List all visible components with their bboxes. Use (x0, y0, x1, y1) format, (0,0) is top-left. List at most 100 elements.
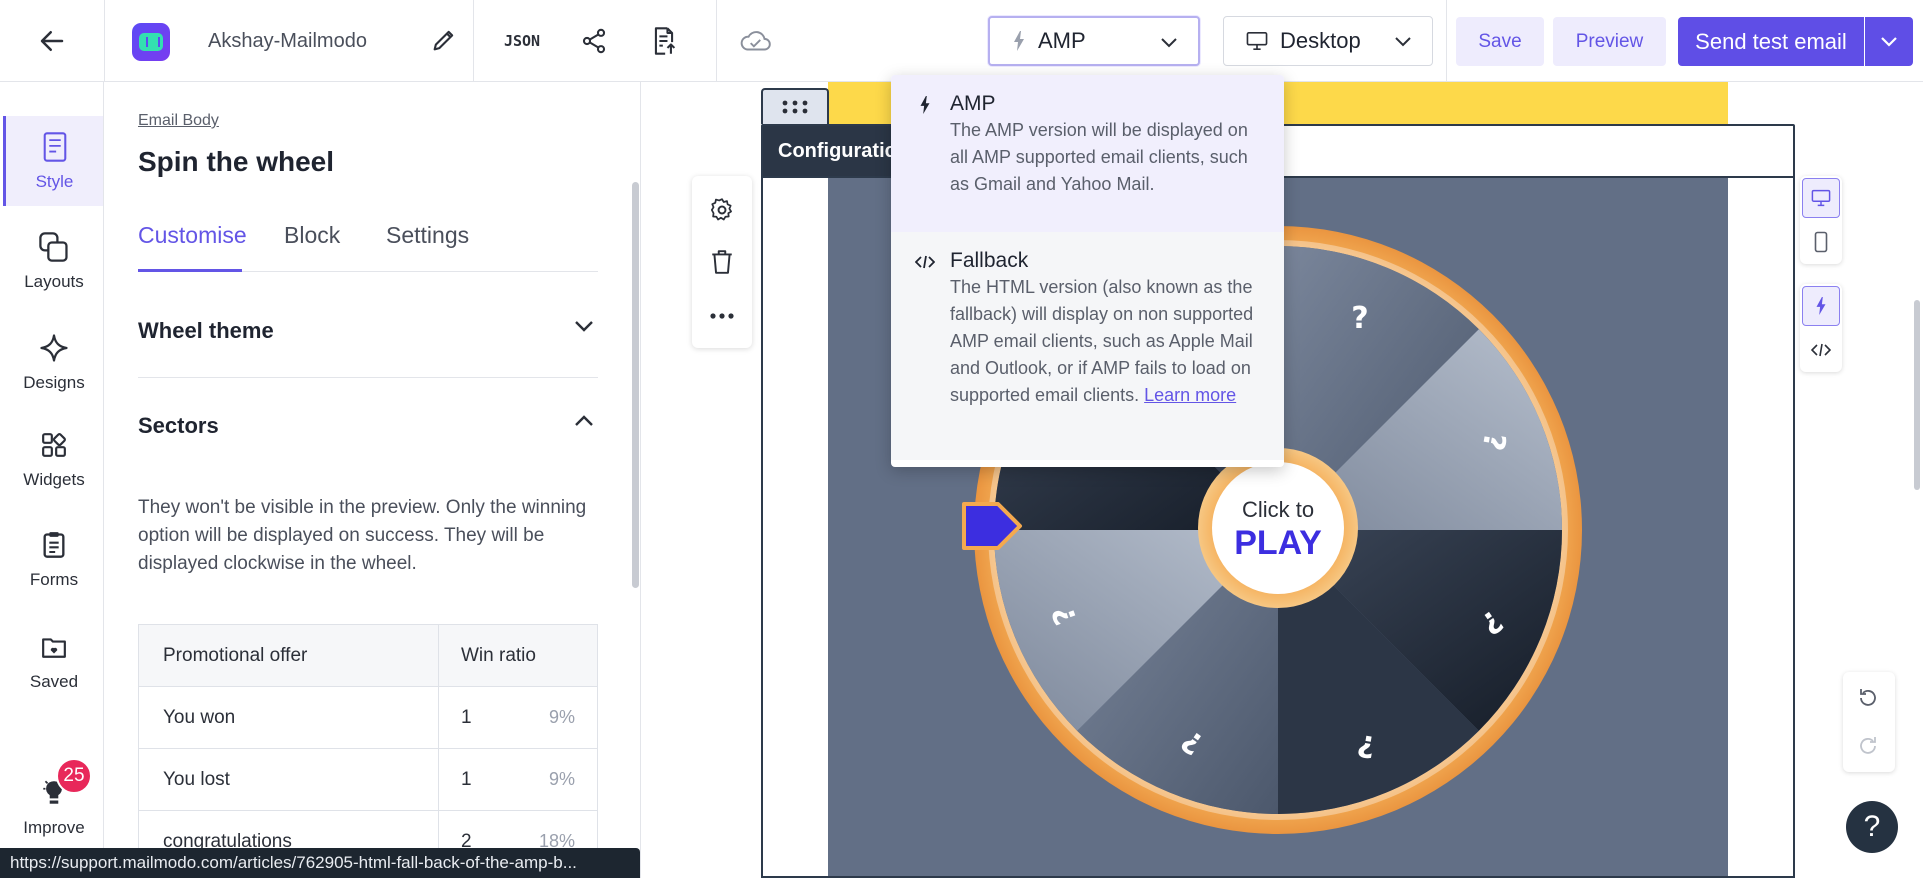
win-ratio-input[interactable]: 1 9% (439, 749, 597, 810)
rename-button[interactable] (430, 26, 460, 56)
column-header: Promotional offer (139, 625, 439, 686)
sectors-table: Promotional offer Win ratio You won 1 9% … (138, 624, 598, 874)
table-header-row: Promotional offer Win ratio (139, 625, 597, 687)
rail-item-designs[interactable]: Designs (4, 317, 104, 407)
version-toggle-group (1800, 284, 1842, 372)
chevron-down-icon (1881, 36, 1897, 47)
rail-item-label: Layouts (24, 272, 84, 291)
desktop-view-button[interactable] (1802, 178, 1840, 218)
tab-block[interactable]: Block (284, 222, 340, 272)
gear-icon (710, 198, 732, 221)
rail-item-layouts[interactable]: Layouts (4, 216, 104, 306)
chevron-down-icon (1395, 37, 1411, 47)
bolt-icon (1816, 297, 1826, 315)
wheel-theme-section-header[interactable]: Wheel theme (138, 284, 598, 378)
device-toggle-group (1800, 176, 1842, 264)
rail-item-saved[interactable]: Saved (4, 616, 104, 706)
mobile-view-button[interactable] (1802, 222, 1840, 262)
device-select[interactable]: Desktop (1223, 16, 1433, 66)
redo-button[interactable] (1849, 726, 1887, 766)
export-icon (654, 27, 676, 55)
dropdown-option-fallback[interactable]: Fallback The HTML version (also known as… (891, 232, 1284, 460)
status-bar-url: https://support.mailmodo.com/articles/76… (0, 848, 640, 878)
tab-customise[interactable]: Customise (138, 222, 247, 272)
cloud-saved-icon (740, 31, 771, 51)
grip-dots-icon (782, 100, 808, 114)
table-row: You won 1 9% (139, 687, 597, 749)
win-ratio-value: 1 (461, 706, 472, 728)
bolt-icon (1014, 31, 1024, 51)
block-floating-toolbar (692, 176, 752, 348)
rail-item-widgets[interactable]: Widgets (4, 414, 104, 504)
breadcrumb[interactable]: Email Body (138, 112, 219, 130)
tab-settings[interactable]: Settings (386, 222, 469, 272)
sparkle-icon (37, 331, 71, 365)
rail-item-style[interactable]: Style (3, 116, 103, 206)
send-test-email-button[interactable]: Send test email (1678, 17, 1864, 66)
trash-icon (712, 250, 732, 274)
top-toolbar: Akshay-Mailmodo JSON AMP Desktop Save Pr… (0, 0, 1923, 82)
rail-item-label: Saved (29, 672, 79, 691)
table-row: You lost 1 9% (139, 749, 597, 811)
preview-button[interactable]: Preview (1553, 17, 1666, 66)
option-description: The HTML version (also known as the fall… (950, 274, 1264, 409)
block-delete-button[interactable] (692, 240, 752, 284)
offer-input[interactable]: You won (139, 687, 439, 748)
undo-icon (1860, 689, 1876, 706)
dropdown-option-amp[interactable]: AMP The AMP version will be displayed on… (891, 75, 1284, 232)
code-icon (915, 252, 935, 272)
panel-scrollbar[interactable] (632, 182, 639, 588)
properties-panel: Email Body Spin the wheel Customise Bloc… (105, 82, 641, 878)
question-icon: ? (1863, 810, 1881, 843)
code-icon (1811, 343, 1831, 357)
json-button[interactable]: JSON (504, 24, 540, 58)
left-rail: Style Layouts Designs Widgets Forms Save… (0, 82, 104, 878)
win-percent: 9% (548, 769, 575, 789)
win-ratio-value: 1 (461, 768, 472, 790)
bolt-icon (915, 95, 935, 115)
monitor-icon (1811, 189, 1831, 207)
monitor-icon (1246, 32, 1268, 50)
chevron-down-icon (1161, 38, 1177, 48)
back-arrow-icon (40, 30, 64, 51)
panel-tabs: Customise Block Settings (138, 222, 598, 272)
history-toolbar (1843, 672, 1895, 772)
share-button[interactable] (577, 24, 611, 58)
device-select-value: Desktop (1280, 28, 1361, 53)
more-dots-icon (710, 313, 734, 319)
learn-more-link[interactable]: Learn more (1144, 385, 1236, 405)
section-title: Sectors (138, 413, 219, 438)
cloud-save-status (739, 24, 773, 58)
offer-input[interactable]: You lost (139, 749, 439, 810)
project-name: Akshay-Mailmodo (208, 30, 367, 52)
layouts-icon (37, 230, 71, 264)
section-title: Wheel theme (138, 317, 274, 343)
rail-item-label: Widgets (23, 470, 85, 489)
win-ratio-input[interactable]: 1 9% (439, 687, 597, 748)
style-icon (38, 130, 72, 164)
help-button[interactable]: ? (1846, 801, 1898, 853)
redo-icon (1860, 737, 1876, 754)
version-select[interactable]: AMP (988, 16, 1200, 66)
saved-folder-icon (37, 630, 71, 664)
canvas-scrollbar[interactable] (1914, 300, 1920, 490)
block-settings-button[interactable] (692, 188, 752, 232)
html-view-button[interactable] (1802, 330, 1840, 370)
amp-view-button[interactable] (1802, 286, 1840, 326)
share-icon (582, 28, 606, 54)
chevron-up-icon (575, 415, 593, 426)
rail-item-label: Forms (29, 570, 79, 589)
sectors-section-header[interactable]: Sectors (138, 379, 598, 473)
block-more-button[interactable] (692, 294, 752, 338)
back-button[interactable] (0, 0, 104, 81)
undo-button[interactable] (1849, 678, 1887, 718)
option-title: Fallback (950, 249, 1029, 272)
save-button[interactable]: Save (1456, 17, 1544, 66)
widgets-icon (37, 428, 71, 462)
rail-item-forms[interactable]: Forms (4, 514, 104, 604)
export-button[interactable] (647, 24, 681, 58)
send-options-button[interactable] (1865, 17, 1913, 66)
win-percent: 9% (548, 707, 575, 727)
option-description: The AMP version will be displayed on all… (950, 120, 1248, 194)
block-drag-handle[interactable] (761, 88, 829, 124)
